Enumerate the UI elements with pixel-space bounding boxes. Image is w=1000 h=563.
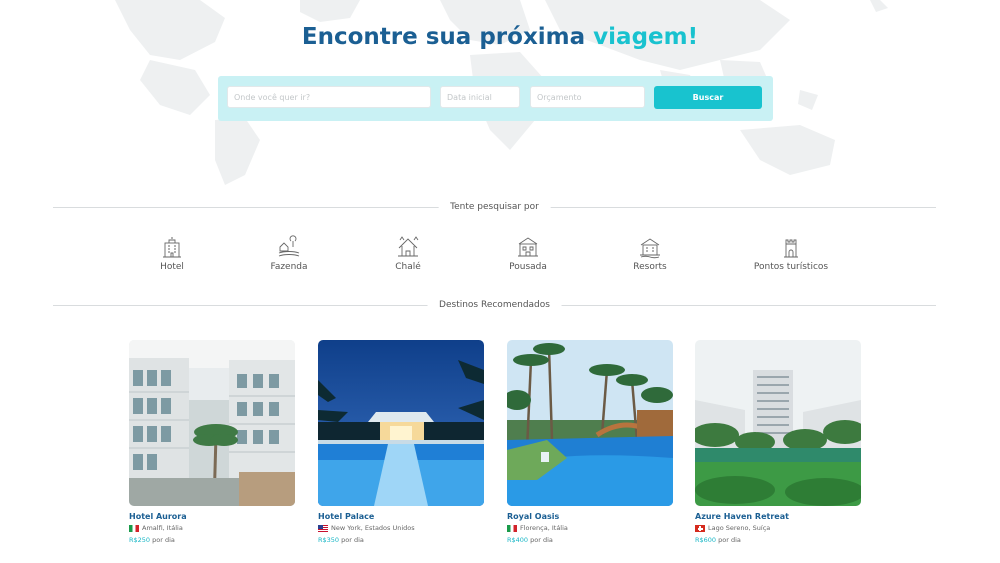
- price-amount: R$400: [507, 536, 529, 544]
- category-resorts[interactable]: Resorts: [590, 235, 710, 272]
- destination-name: Hotel Aurora: [129, 512, 187, 521]
- category-chalet[interactable]: Chalé: [348, 235, 468, 272]
- page-title: Encontre sua próxima viagem!: [0, 24, 1000, 50]
- try-search-divider: Tente pesquisar por: [53, 201, 936, 213]
- budget-input[interactable]: [530, 86, 645, 108]
- destination-input[interactable]: [227, 86, 431, 108]
- destination-location: Lago Sereno, Suíça: [695, 524, 861, 533]
- location-text: Lago Sereno, Suíça: [708, 524, 771, 532]
- usa-flag-icon: [318, 525, 328, 532]
- try-search-heading: Tente pesquisar por: [438, 201, 551, 213]
- hotel-palace-photo: [318, 340, 484, 506]
- category-label: Resorts: [633, 262, 667, 272]
- category-hotel[interactable]: Hotel: [112, 235, 232, 272]
- start-date-input[interactable]: [440, 86, 520, 108]
- category-landmarks[interactable]: Pontos turísticos: [731, 235, 851, 272]
- switzerland-flag-icon: [695, 525, 705, 532]
- recommended-divider: Destinos Recomendados: [53, 299, 936, 311]
- italy-flag-icon: [507, 525, 517, 532]
- chalet-icon: [398, 236, 419, 257]
- destination-name: Hotel Palace: [318, 512, 375, 521]
- category-farm[interactable]: Fazenda: [229, 235, 349, 272]
- destination-location: Florença, Itália: [507, 524, 673, 533]
- inn-icon: [518, 237, 538, 257]
- category-label: Pontos turísticos: [753, 262, 829, 272]
- royal-oasis-photo: [507, 340, 673, 506]
- destination-price: R$350 por dia: [318, 536, 484, 545]
- category-label: Pousada: [509, 262, 547, 272]
- location-text: New York, Estados Unidos: [331, 524, 415, 532]
- destination-card-azure-haven[interactable]: Azure Haven Retreat Lago Sereno, Suíça R…: [695, 340, 861, 545]
- title-accent: viagem!: [593, 24, 699, 50]
- location-text: Amalfi, Itália: [142, 524, 183, 532]
- category-label: Fazenda: [270, 262, 308, 272]
- price-amount: R$250: [129, 536, 151, 544]
- destination-name: Azure Haven Retreat: [695, 512, 789, 521]
- italy-flag-icon: [129, 525, 139, 532]
- landmark-icon: [784, 239, 798, 258]
- destination-card-hotel-palace[interactable]: Hotel Palace New York, Estados Unidos R$…: [318, 340, 484, 545]
- search-bar: Buscar: [218, 76, 773, 121]
- price-amount: R$600: [695, 536, 717, 544]
- destination-name: Royal Oasis: [507, 512, 560, 521]
- destination-price: R$250 por dia: [129, 536, 295, 545]
- category-inn[interactable]: Pousada: [468, 235, 588, 272]
- destination-price: R$600 por dia: [695, 536, 861, 545]
- destination-price: R$400 por dia: [507, 536, 673, 545]
- search-button[interactable]: Buscar: [654, 86, 762, 109]
- category-label: Hotel: [160, 262, 184, 272]
- destination-card-royal-oasis[interactable]: Royal Oasis Florença, Itália R$400 por d…: [507, 340, 673, 545]
- azure-haven-photo: [695, 340, 861, 506]
- price-unit: por dia: [152, 536, 175, 544]
- destination-location: Amalfi, Itália: [129, 524, 295, 533]
- price-unit: por dia: [530, 536, 553, 544]
- price-unit: por dia: [341, 536, 364, 544]
- farm-icon: [278, 235, 300, 257]
- hotel-icon: [163, 237, 181, 258]
- price-unit: por dia: [718, 536, 741, 544]
- hotel-aurora-photo: [129, 340, 295, 506]
- destination-location: New York, Estados Unidos: [318, 524, 484, 533]
- location-text: Florença, Itália: [520, 524, 568, 532]
- destination-card-hotel-aurora[interactable]: Hotel Aurora Amalfi, Itália R$250 por di…: [129, 340, 295, 545]
- recommended-heading: Destinos Recomendados: [427, 299, 562, 311]
- resort-icon: [640, 238, 660, 259]
- title-main: Encontre sua próxima: [301, 24, 586, 50]
- price-amount: R$350: [318, 536, 340, 544]
- category-label: Chalé: [395, 262, 421, 272]
- hero-section: Encontre sua próxima viagem! Buscar: [0, 0, 1000, 190]
